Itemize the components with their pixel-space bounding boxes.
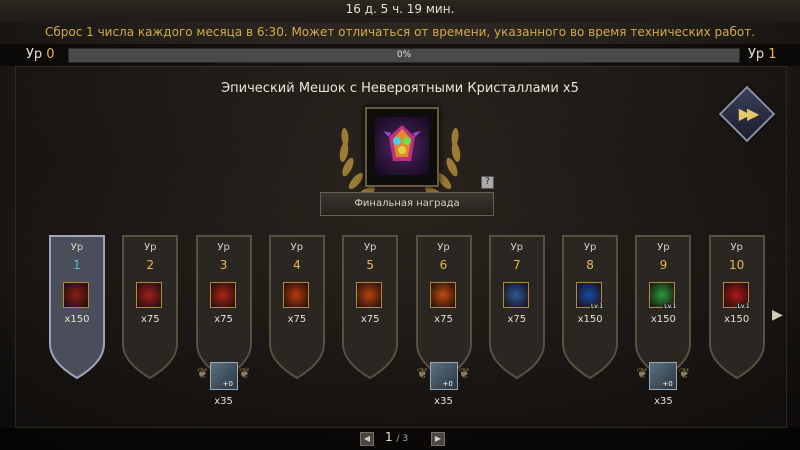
armor-scroll-icon[interactable] [136, 282, 163, 308]
level-card-number: 1 [73, 258, 81, 272]
level-card-label: Ур [583, 242, 597, 253]
next-level-number: 1 [768, 47, 777, 62]
progress-bar: 0% [68, 48, 740, 63]
current-level-number: 0 [46, 47, 55, 62]
progress-percent: 0% [396, 50, 412, 60]
level-card-number: 10 [729, 258, 745, 272]
item-level-tag: Lv.1 [589, 303, 605, 310]
next-arrow-icon[interactable]: ▶ [772, 307, 784, 323]
reward-quantity: x75 [434, 314, 453, 325]
weapon-scroll-icon[interactable] [209, 282, 236, 308]
level-card[interactable]: Ур 6 x75 [413, 232, 475, 380]
level-card-number: 2 [146, 258, 155, 272]
reward-quantity: x75 [360, 314, 380, 325]
fire-crystal-icon[interactable] [356, 282, 383, 308]
level-card-number: 7 [512, 258, 521, 272]
blue-gem-icon[interactable] [502, 282, 529, 308]
level-card-number: 6 [439, 258, 448, 272]
level-card-label: Ур [290, 242, 304, 253]
reward-quantity: x75 [140, 314, 160, 325]
wing-right-icon: ❦ [678, 366, 691, 382]
level-card[interactable]: Ур 9 Lv.1 x150 [632, 232, 694, 380]
level-card[interactable]: Ур 1 x150 [46, 232, 108, 380]
level-card-label: Ур [730, 242, 743, 253]
level-card[interactable]: Ур 10 Lv.1 x150 [706, 232, 768, 380]
final-reward-title: Эпический Мешок с Невероятными Кристалла… [221, 81, 579, 96]
reset-notice: Сброс 1 числа каждого месяца в 6:30. Мож… [44, 25, 756, 39]
level-card-label: Ур [217, 242, 230, 253]
item-level-tag: Lv.1 [663, 303, 678, 310]
level-card-label: Ур [363, 242, 377, 253]
wing-left-icon: ❦ [196, 366, 209, 382]
red-card-icon[interactable] [63, 282, 89, 308]
bonus-quantity: x35 [434, 396, 453, 407]
level-card-number: 3 [219, 258, 228, 272]
prev-page-button[interactable]: ◀ [360, 432, 374, 446]
wing-right-icon: ❦ [238, 366, 251, 382]
level-card[interactable]: Ур 4 x75 [266, 232, 328, 380]
reward-quantity: x150 [577, 314, 603, 325]
enhance-level: +0 [662, 380, 673, 388]
final-reward-item[interactable] [365, 107, 439, 187]
reward-quantity: x75 [287, 314, 307, 325]
final-reward-button[interactable]: Финальная награда [320, 192, 494, 216]
fire-crystal-icon[interactable] [429, 282, 456, 308]
level-card-label: Ур [144, 242, 157, 253]
level-card[interactable]: Ур 3 x75 [193, 232, 255, 380]
current-page: 1 [385, 430, 393, 444]
fire-crystal-icon[interactable] [282, 282, 309, 308]
reward-quantity: x75 [214, 314, 233, 325]
level-card[interactable]: Ур 5 x75 [339, 232, 401, 380]
wing-right-icon: ❦ [458, 366, 471, 382]
reward-quantity: x150 [724, 314, 750, 325]
bonus-reward[interactable]: ❦ +0 ❦ x35 [413, 362, 475, 412]
next-page-button[interactable]: ▶ [431, 432, 445, 446]
wing-left-icon: ❦ [416, 366, 429, 382]
level-card-number: 9 [659, 258, 668, 272]
blue-orb-icon[interactable]: Lv.1 [576, 282, 605, 310]
level-card-label: Ур [70, 242, 84, 253]
total-pages: / 3 [396, 434, 409, 444]
green-orb-icon[interactable]: Lv.1 [649, 282, 678, 310]
next-level: Ур 1 [748, 47, 776, 62]
reward-quantity: x150 [650, 314, 676, 325]
crystal-bag-icon [375, 117, 429, 175]
level-card[interactable]: Ур 7 x75 [486, 232, 548, 380]
current-level: Ур 0 [26, 47, 54, 62]
level-card-label: Ур [437, 242, 450, 253]
level-label: Ур [748, 47, 765, 62]
level-card-label: Ур [657, 242, 670, 253]
level-card-number: 8 [586, 258, 594, 272]
wing-left-icon: ❦ [636, 366, 649, 382]
reward-quantity: x150 [64, 314, 90, 325]
enhance-level: +0 [222, 380, 233, 388]
level-card-number: 4 [293, 258, 301, 272]
fast-forward-icon[interactable]: ▶▶ [727, 94, 767, 134]
reset-timer: 16 д. 5 ч. 19 мин. [345, 2, 455, 16]
enhance-level: +0 [442, 380, 453, 388]
bonus-quantity: x35 [654, 396, 673, 407]
bonus-quantity: x35 [214, 396, 233, 407]
bonus-reward[interactable]: ❦ +0 ❦ x35 [632, 362, 694, 412]
level-card-label: Ур [510, 242, 524, 253]
level-card[interactable]: Ур 8 Lv.1 x150 [559, 232, 621, 380]
bonus-reward[interactable]: ❦ +0 ❦ x35 [193, 362, 255, 412]
help-icon[interactable]: ? [481, 176, 494, 189]
level-card[interactable]: Ур 2 x75 [119, 232, 181, 380]
red-orb-icon[interactable]: Lv.1 [722, 282, 751, 310]
level-card-number: 5 [366, 258, 374, 272]
reward-quantity: x75 [507, 314, 527, 325]
level-label: Ур [26, 47, 43, 62]
page-indicator: 1 / 3 [385, 430, 408, 444]
item-level-tag: Lv.1 [736, 303, 751, 310]
